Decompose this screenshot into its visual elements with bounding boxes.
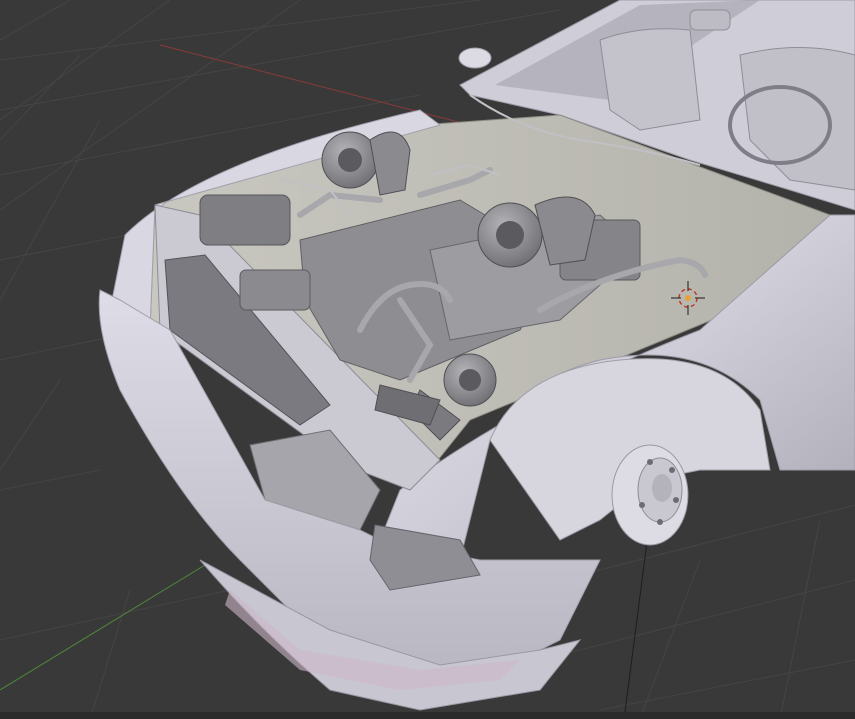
car-model[interactable]: [98, 0, 855, 711]
rearview-mirror: [689, 9, 731, 31]
y-axis-line: [0, 564, 206, 691]
side-mirror: [458, 47, 492, 69]
3d-viewport[interactable]: [0, 0, 855, 719]
wheel-hub: [611, 444, 689, 546]
viewport-bottom-edge: [0, 712, 855, 719]
viewport-scene[interactable]: [0, 0, 855, 719]
